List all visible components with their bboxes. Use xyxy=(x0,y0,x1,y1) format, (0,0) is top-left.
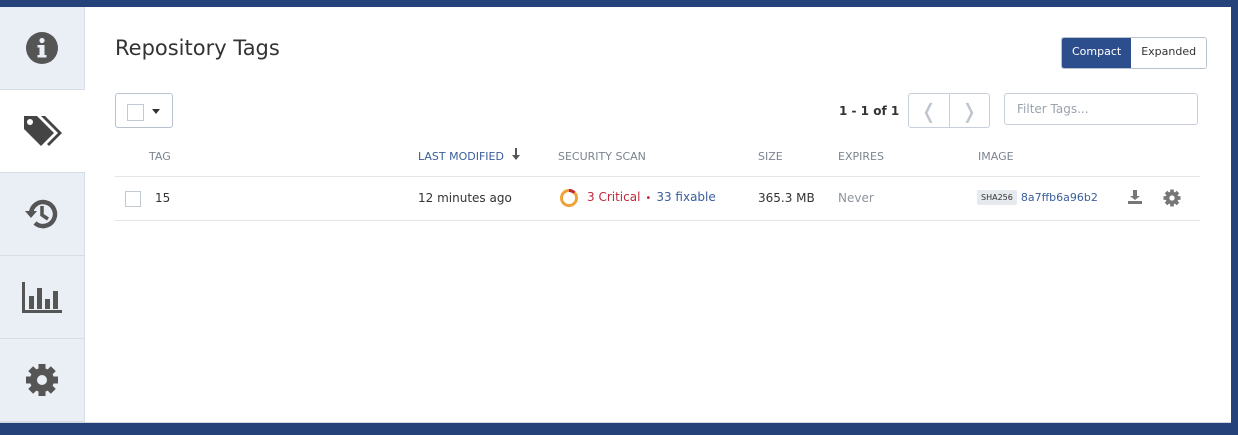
row-checkbox[interactable] xyxy=(125,191,141,207)
page-title: Repository Tags xyxy=(115,36,280,60)
bar-chart-icon xyxy=(22,282,62,313)
bulk-select-dropdown[interactable] xyxy=(115,93,173,128)
tag-options-gear-icon[interactable] xyxy=(1163,189,1181,207)
chevron-right-icon: ❭ xyxy=(960,98,978,123)
repository-panel: Repository Tags Compact Expanded 1 - 1 o… xyxy=(0,7,1231,423)
sidebar-item-tags[interactable] xyxy=(0,90,85,173)
security-scan-summary[interactable]: 3 Critical • 33 fixable xyxy=(587,190,716,204)
table-row-divider xyxy=(115,220,1200,221)
image-digest: SHA256 8a7ffb6a96b2 xyxy=(977,190,1098,205)
column-header-tag[interactable]: TAG xyxy=(149,150,171,163)
download-icon[interactable] xyxy=(1128,190,1142,204)
size-value: 365.3 MB xyxy=(758,191,815,205)
filter-tags-input[interactable] xyxy=(1004,93,1198,125)
critical-count[interactable]: 3 Critical xyxy=(587,190,640,204)
tags-icon xyxy=(23,116,62,146)
view-toggle: Compact Expanded xyxy=(1061,37,1208,69)
column-header-last-modified[interactable]: LAST MODIFIED xyxy=(418,150,504,163)
sidebar-item-info[interactable] xyxy=(0,7,84,90)
next-page-button[interactable]: ❭ xyxy=(950,94,990,127)
pagination-summary: 1 - 1 of 1 xyxy=(839,104,900,118)
vulnerability-donut-icon xyxy=(560,189,578,207)
sidebar-item-settings[interactable] xyxy=(0,339,84,422)
table-divider xyxy=(115,176,1200,177)
gear-icon xyxy=(26,364,58,396)
column-header-image: IMAGE xyxy=(978,150,1014,163)
prev-page-button[interactable]: ❬ xyxy=(909,94,950,127)
column-header-size[interactable]: SIZE xyxy=(758,150,783,163)
compact-view-button[interactable]: Compact xyxy=(1062,38,1132,68)
fixable-count[interactable]: 33 fixable xyxy=(656,190,715,204)
caret-down-icon xyxy=(152,109,160,114)
digest-type-badge: SHA256 xyxy=(977,190,1017,205)
sort-descending-icon xyxy=(512,148,520,160)
pager: ❬ ❭ xyxy=(908,93,990,128)
image-digest-link[interactable]: 8a7ffb6a96b2 xyxy=(1021,191,1098,204)
expanded-view-button[interactable]: Expanded xyxy=(1131,38,1207,68)
last-modified-value: 12 minutes ago xyxy=(418,191,512,205)
column-header-expires[interactable]: EXPIRES xyxy=(838,150,884,163)
history-icon xyxy=(25,199,58,229)
select-all-checkbox[interactable] xyxy=(127,104,144,121)
expires-value[interactable]: Never xyxy=(838,191,874,205)
sidebar-item-history[interactable] xyxy=(0,173,84,256)
column-header-security-scan[interactable]: SECURITY SCAN xyxy=(558,150,646,163)
chevron-left-icon: ❬ xyxy=(920,98,938,123)
tag-name[interactable]: 15 xyxy=(155,191,170,205)
sidebar-item-usage[interactable] xyxy=(0,256,84,339)
scan-separator: • xyxy=(645,193,652,204)
repository-sidebar xyxy=(0,7,85,422)
info-icon xyxy=(26,32,58,64)
